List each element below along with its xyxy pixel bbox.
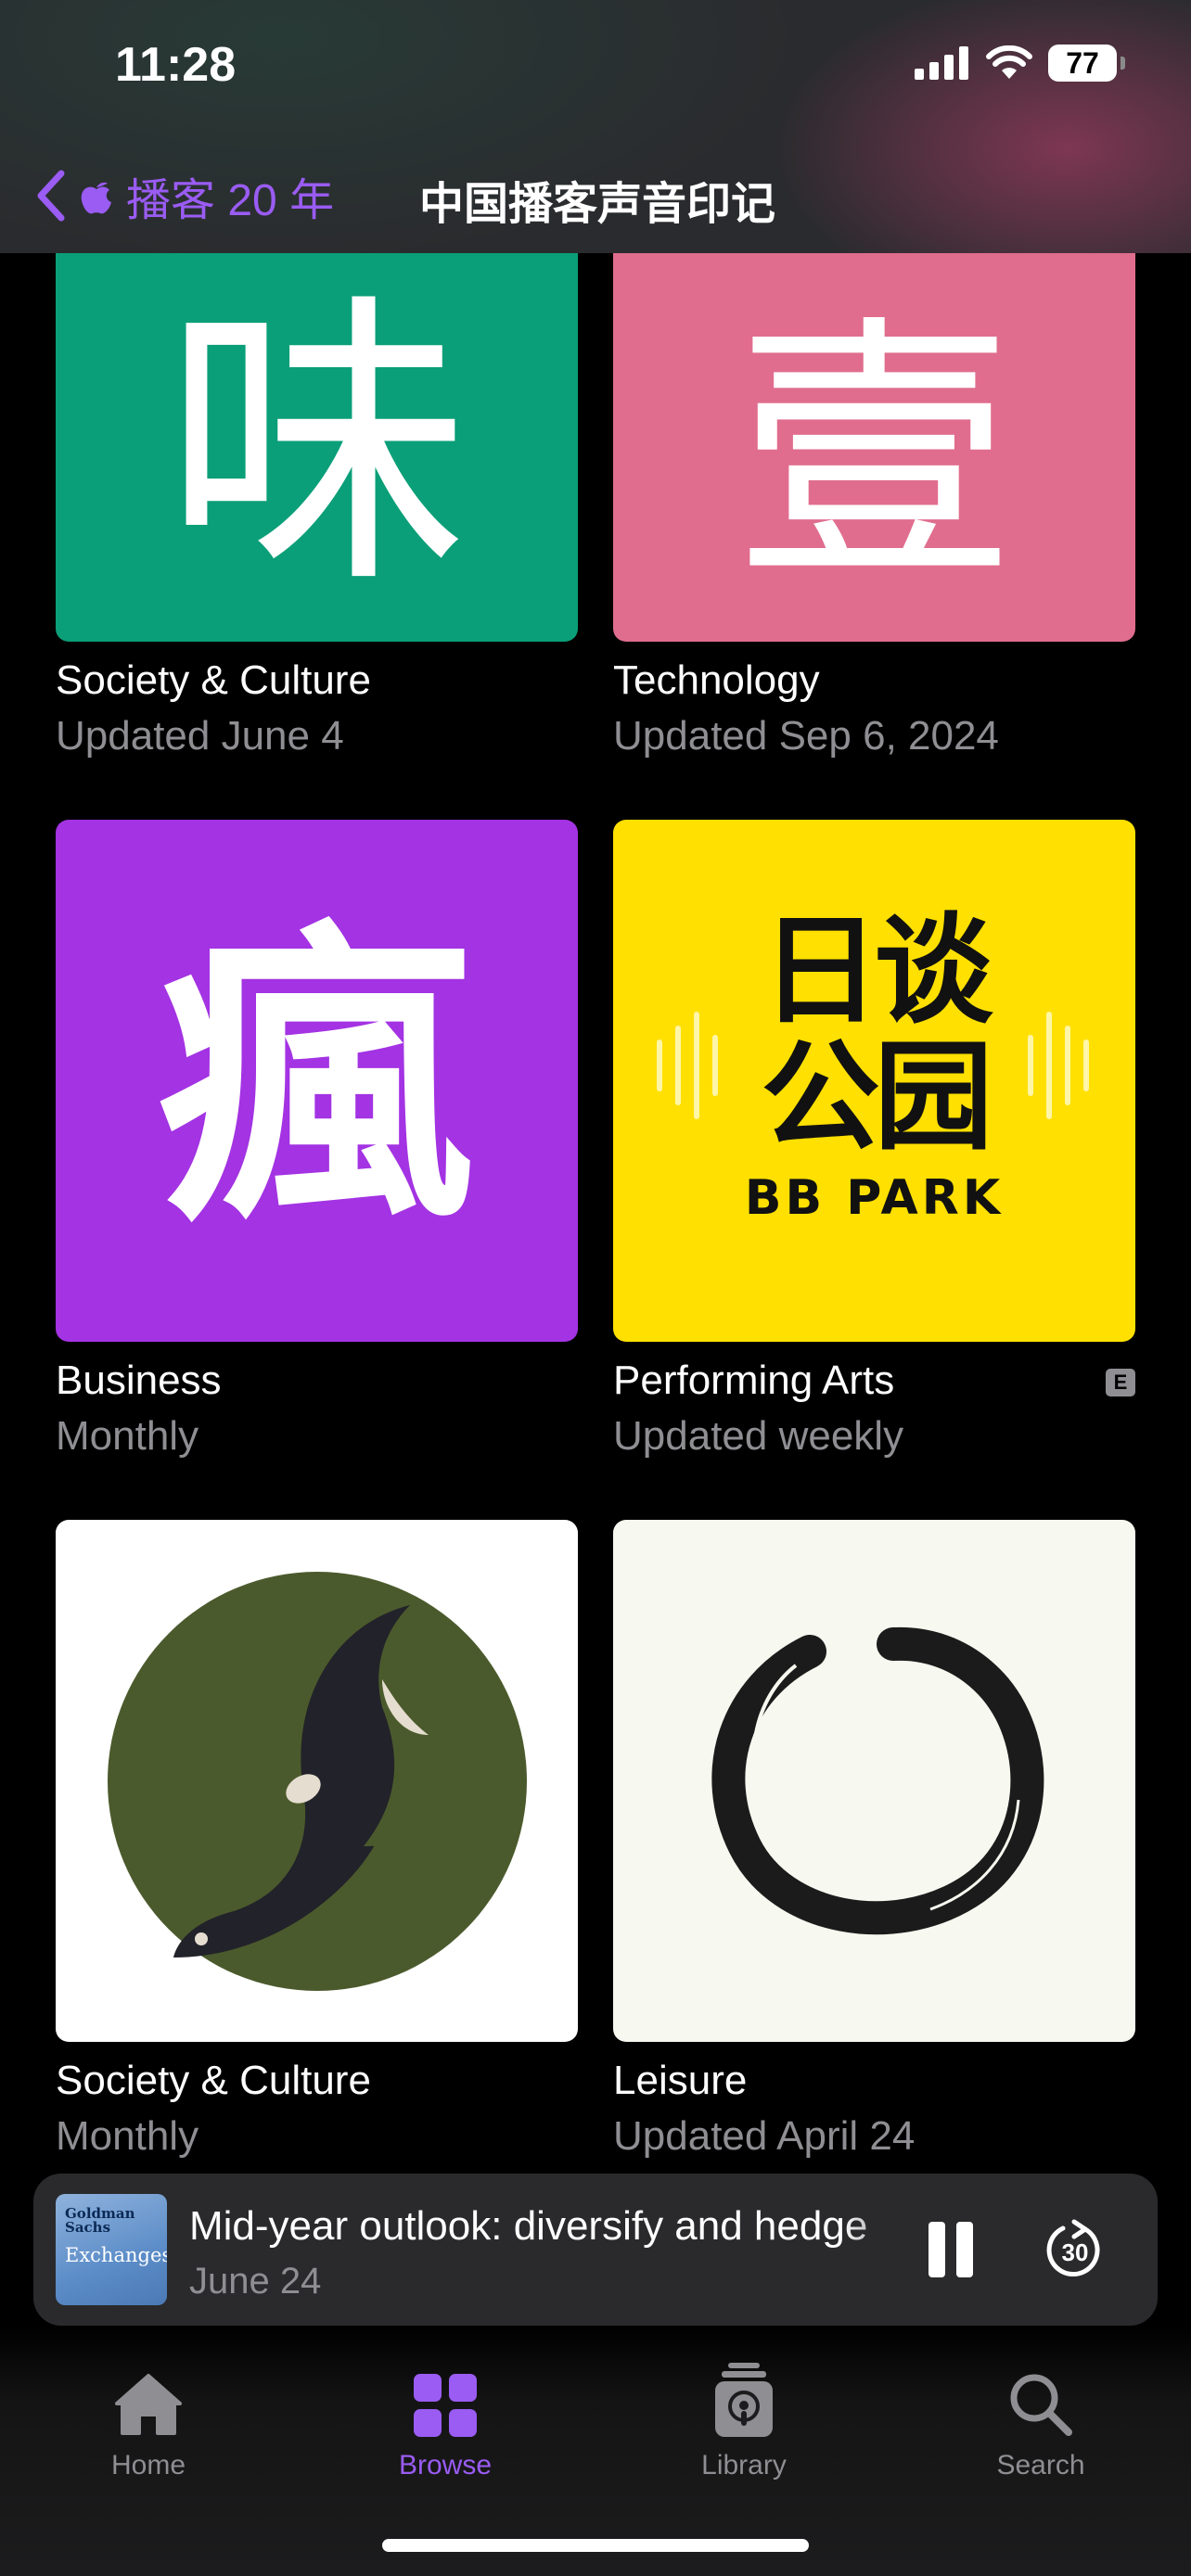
podcast-category: Society & Culture: [56, 657, 371, 703]
tab-library[interactable]: Library: [642, 2363, 846, 2481]
artwork-text: 壹: [735, 292, 1014, 617]
skip-forward-30-icon: 30: [1046, 2219, 1100, 2277]
navigation-header: 11:28 77 播客 20 年 中国播客声音印记: [0, 0, 1191, 253]
pause-icon: [928, 2222, 945, 2277]
search-icon: [1010, 2374, 1072, 2436]
battery-indicator: 77: [1048, 45, 1125, 82]
podcast-card[interactable]: Leisure Updated April 24: [613, 1520, 1135, 2159]
wifi-icon: [986, 45, 1032, 79]
podcast-artwork[interactable]: [613, 1520, 1135, 2042]
podcast-category: Society & Culture: [56, 2058, 371, 2103]
now-playing-date: June 24: [189, 2261, 322, 2302]
pause-button[interactable]: [928, 2222, 975, 2277]
artwork-brand: Goldman Sachs: [65, 2205, 135, 2236]
artwork-subtext: BB PARK: [744, 1169, 1005, 1226]
podcast-update-info: Updated Sep 6, 2024: [613, 713, 999, 759]
browse-grid-icon: [414, 2374, 477, 2437]
podcast-category: Leisure: [613, 2058, 748, 2103]
tab-label: Browse: [398, 2450, 493, 2480]
back-button[interactable]: 播客 20 年: [33, 163, 334, 228]
podcast-category: Technology: [613, 657, 820, 703]
nav-bar: 播客 20 年 中国播客声音印记: [0, 156, 1191, 230]
podcast-category: Business: [56, 1358, 222, 1403]
podcast-update-info: Updated April 24: [613, 2113, 916, 2159]
podcast-category: Performing Arts: [613, 1358, 895, 1403]
podcast-card[interactable]: 日谈公园 BB PARK Performing Arts E Updated w…: [613, 820, 1135, 1459]
tab-home[interactable]: Home: [46, 2363, 250, 2481]
status-time: 11:28: [115, 38, 237, 92]
now-playing-artwork: Goldman Sachs Exchanges: [56, 2194, 167, 2305]
podcast-update-info: Updated weekly: [613, 1413, 904, 1459]
page-title: 中国播客声音印记: [419, 180, 776, 229]
skip-forward-button[interactable]: 30: [1043, 2218, 1108, 2283]
swallow-logo-icon: [107, 1571, 527, 1991]
artwork-show-name: Exchanges: [65, 2244, 167, 2266]
artwork-text: 日谈公园: [761, 901, 992, 1167]
tab-browse[interactable]: Browse: [343, 2363, 547, 2481]
tab-label: Home: [110, 2450, 186, 2480]
podcast-artwork[interactable]: [56, 1520, 578, 2042]
cellular-signal-icon: [915, 46, 968, 80]
podcast-card[interactable]: Society & Culture Monthly: [56, 1520, 578, 2159]
tab-label: Search: [996, 2450, 1085, 2480]
home-icon: [115, 2374, 182, 2435]
chevron-left-icon: [37, 170, 65, 222]
skip-seconds-label: 30: [1062, 2238, 1089, 2266]
artwork-text: 瘋: [159, 897, 475, 1265]
podcast-update-info: Updated June 4: [56, 713, 344, 759]
library-icon: [715, 2363, 773, 2437]
ink-circle-logo-icon: [711, 1626, 1044, 1934]
tab-search[interactable]: Search: [939, 2363, 1143, 2481]
podcast-card[interactable]: 瘋 Business Monthly: [56, 820, 578, 1459]
tab-label: Library: [701, 2450, 787, 2480]
back-button-label: 播客 20 年: [126, 176, 335, 225]
apple-logo-icon: [81, 182, 111, 214]
status-icons: 77: [915, 45, 1125, 82]
now-playing-title: Mid-year outlook: diversify and hedge: [189, 2203, 868, 2249]
home-indicator[interactable]: [382, 2539, 809, 2552]
podcast-update-info: Monthly: [56, 1413, 199, 1459]
explicit-badge: E: [1106, 1369, 1135, 1396]
podcast-artwork[interactable]: 日谈公园 BB PARK: [613, 820, 1135, 1342]
podcast-artwork[interactable]: 瘋: [56, 820, 578, 1342]
podcast-update-info: Monthly: [56, 2113, 199, 2159]
artwork-text: 味: [163, 267, 470, 624]
mini-player[interactable]: Goldman Sachs Exchanges Mid-year outlook…: [33, 2174, 1158, 2326]
